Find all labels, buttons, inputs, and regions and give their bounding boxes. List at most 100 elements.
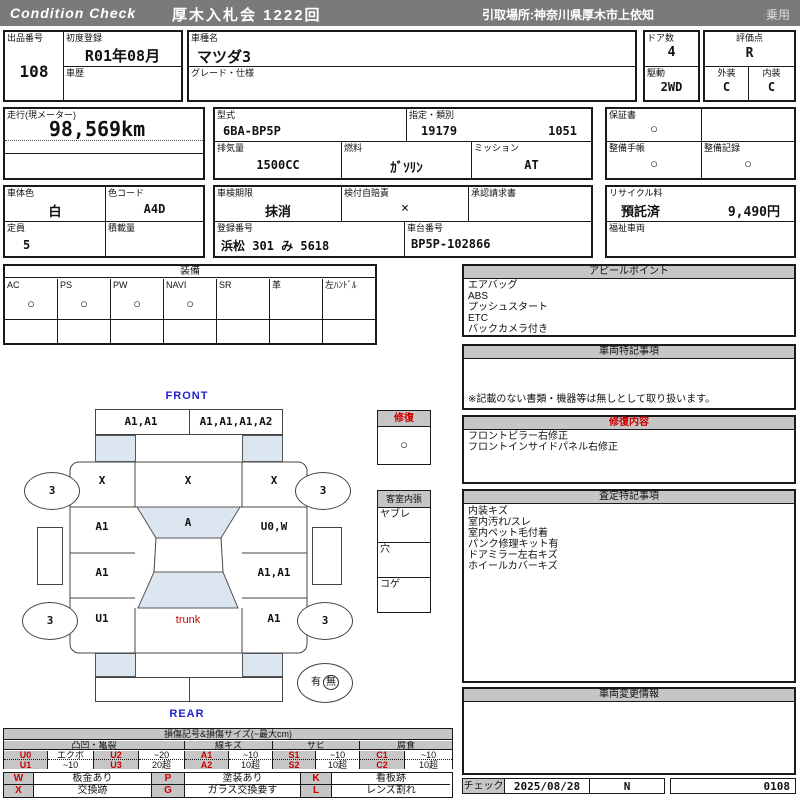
damage-legend: 損傷記号&損傷サイズ(~最大cm) 凸凹・亀裂 線キズ サビ 腐食 U0 エクボ… [3, 728, 453, 769]
mission: AT [472, 158, 591, 172]
interior-grade: C [749, 80, 794, 94]
legend-desc-x: 交換跡 [34, 785, 152, 797]
rear-bumper [95, 677, 283, 702]
door-front-left-mark: A1 [72, 520, 132, 533]
warranty-mark: ○ [607, 121, 701, 136]
appeal-panel: アピールポイント エアバッグ ABS プッシュスタート ETC バックカメラ付き [462, 264, 796, 337]
equip-label-ps: PS [60, 280, 72, 290]
cabin-row-hole: 穴 [380, 545, 390, 555]
check-number-cell: 0108 [670, 778, 796, 794]
vehicle-class: 乗用 [766, 6, 790, 23]
drive-label: 駆動 [647, 68, 665, 78]
equip-mark-navi: ○ [164, 296, 216, 311]
service-record-mark: ○ [702, 156, 794, 171]
wheel-front-left-mark: 3 [49, 484, 56, 497]
legend-code-x: X [4, 785, 34, 797]
grade-label: グレード・仕様 [191, 68, 254, 78]
wheel-front-right-mark: 3 [320, 484, 327, 497]
rating-box: 評価点 R 外装 C 内装 C [703, 30, 796, 102]
legend-code: S1 [273, 751, 316, 760]
cabin-row-tear: ヤブレ [380, 510, 410, 520]
vehicle-notes-panel: 車両特記事項 ※記載のない書類・機器等は無しとして取り扱います。 [462, 344, 796, 410]
rating-label: 評価点 [705, 33, 794, 43]
legend-group-corrosion: 腐食 [360, 741, 452, 750]
spare-presence: 有無 [297, 663, 353, 703]
legend-desc-w: 板金あり [34, 773, 152, 785]
color-code-label: 色コード [108, 188, 144, 198]
appeal-item-4: ETC [468, 313, 792, 324]
registration-box: 車検期限 抹消 検付自賠責 × 承認請求書 登録番号 浜松 301 み 5618… [213, 185, 593, 258]
repair-panel: 修復内容 フロントピラー右修正 フロントインサイドパネル右修正 [462, 415, 796, 484]
legend-code: A2 [185, 760, 229, 769]
assessment-title: 査定特記事項 [464, 491, 794, 504]
quarter-left-mark: U1 [72, 612, 132, 625]
assessment-item-4: パンク修理キット有 [468, 539, 792, 550]
assessment-item-5: ドアミラー左右キズ [468, 550, 792, 561]
warranty-label: 保証書 [609, 110, 636, 120]
headlight-left [95, 435, 136, 462]
recycle-fee: 9,490円 [728, 201, 780, 220]
legend-desc: ~10 [405, 751, 452, 760]
equip-label-ac: AC [7, 280, 20, 290]
repair-flag-mark: ○ [378, 437, 430, 452]
hood-mark: X [158, 474, 218, 487]
insurance: × [342, 201, 468, 216]
assessment-panel: 査定特記事項 内装キズ 室内汚れ/スレ 室内ペット毛付着 パンク修理キット有 ド… [462, 489, 796, 683]
recycle-box: リサイクル料 預託済 9,490円 福祉車両 [605, 185, 796, 258]
drive: 2WD [645, 80, 698, 94]
legend-desc: 10超 [229, 760, 273, 769]
headlight-right [242, 435, 283, 462]
equip-label-lhd: 左ﾊﾝﾄﾞﾙ [325, 280, 357, 290]
repair-flag-title: 修復 [394, 413, 414, 424]
legend-desc-k: 看板跡 [332, 773, 450, 785]
legend-group-dent: 凸凹・亀裂 [4, 741, 185, 750]
legend-code: U3 [94, 760, 139, 769]
vehicle-notes-title: 車両特記事項 [464, 346, 794, 359]
exterior-label: 外装 [705, 68, 748, 78]
appeal-item-5: バックカメラ付き [468, 324, 792, 335]
legend-desc-g: ガラス交換要す [185, 785, 301, 797]
legend-group-rust: サビ [273, 741, 360, 750]
legend-code-w: W [4, 773, 34, 785]
displacement-label: 排気量 [217, 143, 244, 153]
legend-desc: 10超 [316, 760, 360, 769]
cabin-box: 客室内張 ヤブレ 穴 コゲ [377, 490, 431, 613]
equip-label-sr: SR [219, 280, 232, 290]
model-box: 車種名 マツダ3 グレード・仕様 [187, 30, 637, 102]
taillight-right [242, 653, 283, 677]
legend-code: C2 [360, 760, 405, 769]
service-book-label: 整備手帳 [609, 143, 645, 153]
doors-label: ドア数 [647, 33, 674, 43]
quarter-right-mark: A1 [244, 612, 304, 625]
history-label: 車歴 [66, 68, 84, 78]
windshield-mark: A [158, 516, 218, 529]
front-label: FRONT [157, 390, 217, 402]
class-no2: 1051 [548, 124, 577, 138]
model-code: 6BA-BP5P [223, 124, 281, 138]
taillight-left [95, 653, 136, 677]
displacement: 1500CC [215, 158, 341, 172]
legend-desc-l: レンズ割れ [332, 785, 450, 797]
check-inspector-cell: N [590, 778, 665, 794]
reg-no-label: 登録番号 [217, 223, 253, 233]
legend-desc-p: 塗装あり [185, 773, 301, 785]
equipment-table: 装備 AC ○ PS ○ PW ○ NAVI ○ SR 革 左ﾊﾝﾄﾞﾙ [3, 264, 377, 345]
spec-box: 型式 6BA-BP5P 指定・類別 19179 1051 排気量 1500CC … [213, 107, 593, 180]
check-number: 0108 [764, 780, 791, 793]
legend-code-k: K [301, 773, 332, 785]
rear-label: REAR [157, 708, 217, 720]
color-label: 車体色 [7, 188, 34, 198]
model-name: マツダ3 [197, 46, 251, 67]
legend-code: A1 [185, 751, 229, 760]
service-record-label: 整備記録 [704, 143, 740, 153]
wheel-rear-right-mark: 3 [322, 614, 329, 627]
legend-code: C1 [360, 751, 405, 760]
equip-label-leather: 革 [272, 280, 281, 290]
color-box: 車体色 白 色コード A4D 定員 5 積載量 [3, 185, 205, 258]
legend-group-row: 凸凹・亀裂 線キズ サビ 腐食 [4, 741, 452, 750]
equip-mark-ps: ○ [58, 296, 110, 311]
trunk-mark: trunk [158, 614, 218, 626]
vehicle-notes-note: ※記載のない書類・機器等は無しとして取り扱います。 [468, 394, 792, 405]
lot-number: 108 [5, 62, 63, 81]
appeal-item-1: エアバッグ [468, 280, 792, 291]
